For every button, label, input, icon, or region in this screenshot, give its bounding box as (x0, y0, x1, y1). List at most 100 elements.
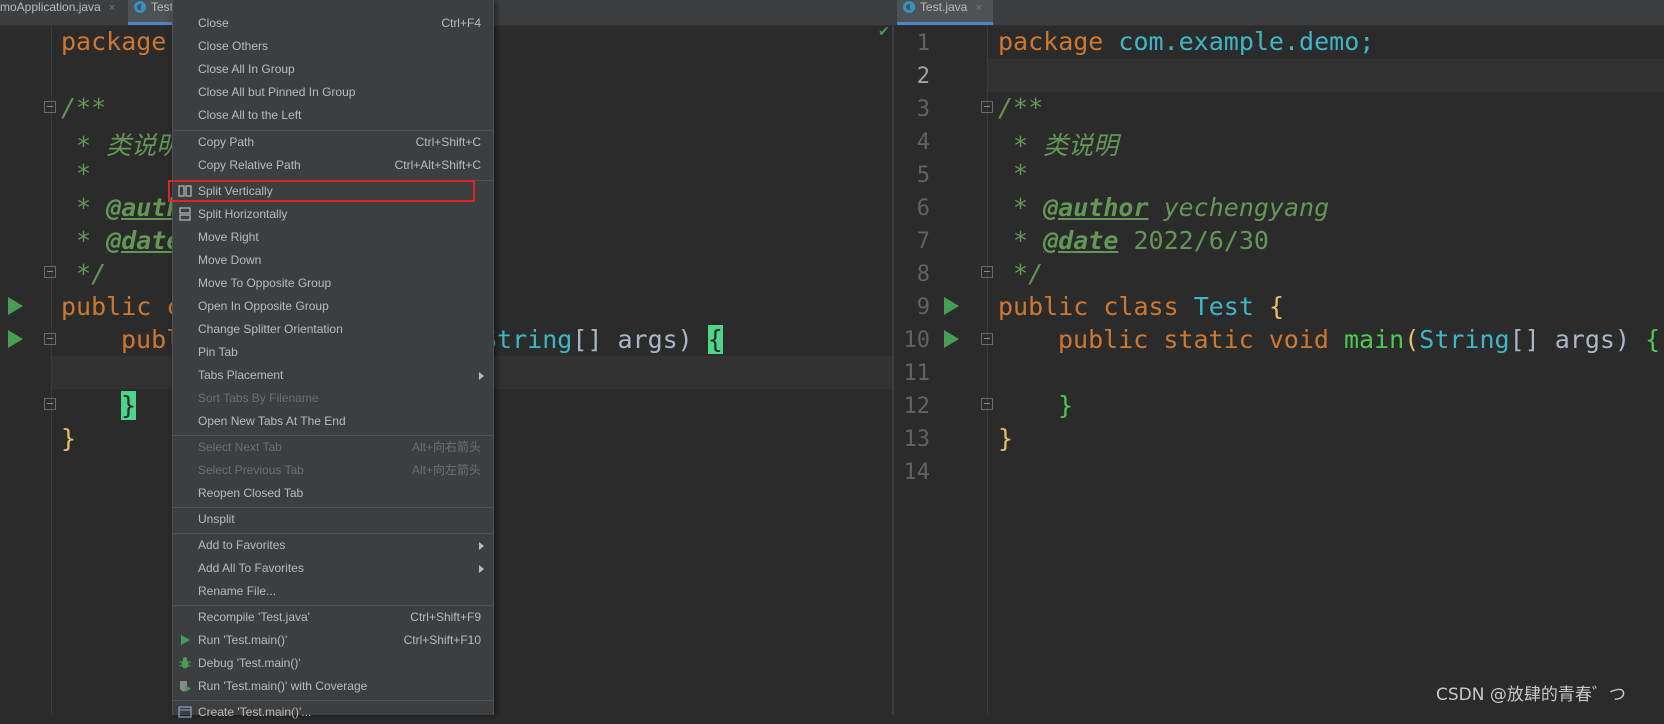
fold-icon[interactable] (981, 333, 993, 345)
menu-item-sort-tabs-by-filename[interactable]: Sort Tabs By Filename (173, 387, 493, 410)
menu-item-label: Recompile 'Test.java' (198, 610, 310, 624)
fold-icon[interactable] (44, 398, 56, 410)
menu-item-label: Debug 'Test.main()' (198, 656, 301, 670)
menu-item-split-horizontally[interactable]: Split Horizontally (173, 203, 493, 226)
code-line: * @date 2022/6/30 (998, 226, 1269, 255)
menu-item-label: Change Splitter Orientation (198, 322, 343, 336)
code-token: [] args) (572, 325, 708, 354)
menu-item-select-next-tab[interactable]: Select Next Tab Alt+向右箭头 (173, 436, 493, 459)
menu-item-label: Open New Tabs At The End (198, 414, 346, 428)
inspection-ok-icon: ✔ (878, 24, 890, 40)
code-token: ( (1404, 325, 1420, 354)
menu-item-move-right[interactable]: Move Right (173, 226, 493, 249)
menu-item-shortcut: Ctrl+F4 (441, 16, 481, 30)
menu-item-label: Tabs Placement (198, 368, 284, 382)
menu-item-recompile[interactable]: Recompile 'Test.java' Ctrl+Shift+F9 (173, 606, 493, 629)
fold-icon[interactable] (981, 101, 993, 113)
line-number: 13 (903, 427, 931, 452)
menu-item-add-all-to-favorites[interactable]: Add All To Favorites (173, 557, 493, 580)
menu-item-label: Add to Favorites (198, 538, 286, 552)
menu-item-move-to-opposite-group[interactable]: Move To Opposite Group (173, 272, 493, 295)
menu-item-change-splitter-orientation[interactable]: Change Splitter Orientation (173, 318, 493, 341)
menu-item-label: Rename File... (198, 584, 277, 598)
menu-item-shortcut: Ctrl+Shift+F9 (410, 610, 481, 624)
fold-icon[interactable] (44, 266, 56, 278)
menu-item-debug-main[interactable]: Debug 'Test.main()' (173, 652, 493, 675)
menu-item-label: Sort Tabs By Filename (198, 391, 319, 405)
menu-item-label: Select Previous Tab (198, 463, 304, 477)
line-number: 9 (916, 295, 930, 320)
code-line: } (121, 391, 137, 420)
menu-item-label: Close (198, 16, 229, 30)
menu-item-label: Reopen Closed Tab (198, 486, 304, 500)
fold-icon[interactable] (981, 398, 993, 410)
menu-item-run-with-coverage[interactable]: Run 'Test.main()' with Coverage (173, 675, 493, 698)
menu-item-close-others[interactable]: Close Others (173, 35, 493, 58)
line-number: 5 (916, 163, 930, 188)
menu-item-reopen-closed-tab[interactable]: Reopen Closed Tab (173, 482, 493, 505)
menu-item-shortcut: Ctrl+Shift+F10 (403, 633, 481, 647)
menu-item-close-all-in-group[interactable]: Close All In Group (173, 58, 493, 81)
menu-item-open-new-tabs-at-end[interactable]: Open New Tabs At The End (173, 410, 493, 433)
code-line: * @author yechengyang (998, 193, 1330, 222)
line-number: 1 (916, 31, 930, 56)
line-number: 7 (916, 229, 930, 254)
fold-icon[interactable] (981, 266, 993, 278)
code-token: String (1419, 325, 1510, 354)
menu-item-label: Run 'Test.main()' (198, 633, 288, 647)
code-token: Test (1193, 292, 1254, 321)
menu-item-pin-tab[interactable]: Pin Tab (173, 341, 493, 364)
code-token: @author (1043, 193, 1149, 222)
code-line: /** (998, 93, 1044, 122)
current-line-highlight (988, 59, 1664, 92)
fold-icon[interactable] (44, 101, 56, 113)
submenu-arrow-icon (479, 565, 484, 573)
menu-item-label: Close All In Group (198, 62, 295, 76)
menu-item-run-main[interactable]: Run 'Test.main()' Ctrl+Shift+F10 (173, 629, 493, 652)
menu-item-shortcut: Ctrl+Alt+Shift+C (394, 158, 481, 172)
run-icon (181, 635, 190, 645)
menu-item-tabs-placement[interactable]: Tabs Placement (173, 364, 493, 387)
menu-item-open-in-opposite-group[interactable]: Open In Opposite Group (173, 295, 493, 318)
close-icon[interactable]: × (975, 2, 981, 14)
menu-item-label: Open In Opposite Group (198, 299, 329, 313)
run-gutter-icon[interactable] (8, 330, 23, 348)
run-gutter-icon[interactable] (944, 330, 959, 348)
line-number: 6 (916, 196, 930, 221)
code-line: public c (61, 292, 182, 321)
code-line: public class Test { (998, 292, 1284, 321)
menu-item-unsplit[interactable]: Unsplit (173, 508, 493, 531)
menu-item-add-to-favorites[interactable]: Add to Favorites (173, 534, 493, 557)
fold-icon[interactable] (44, 333, 56, 345)
code-line: */ (998, 259, 1044, 288)
menu-item-label: Select Next Tab (198, 440, 282, 454)
tab-test-java-right[interactable]: Test.java × (897, 0, 993, 25)
run-gutter-icon[interactable] (8, 297, 23, 315)
menu-item-close-all-to-left[interactable]: Close All to the Left (173, 104, 493, 127)
menu-item-label: Run 'Test.main()' with Coverage (198, 679, 368, 693)
menu-item-label: Unsplit (198, 512, 235, 526)
run-gutter-icon[interactable] (944, 297, 959, 315)
create-config-icon (178, 706, 192, 718)
matched-brace: } (121, 391, 137, 420)
code-line: * @date (61, 226, 182, 255)
code-line: String[] args) { (482, 325, 723, 354)
menu-item-rename-file[interactable]: Rename File... (173, 580, 493, 603)
menu-item-create-config[interactable]: Create 'Test.main()'... (173, 701, 493, 724)
debug-icon (179, 657, 191, 669)
menu-item-select-previous-tab[interactable]: Select Previous Tab Alt+向左箭头 (173, 459, 493, 482)
menu-item-copy-relative-path[interactable]: Copy Relative Path Ctrl+Alt+Shift+C (173, 154, 493, 177)
close-icon[interactable]: × (109, 2, 115, 14)
menu-item-close[interactable]: Close Ctrl+F4 (173, 12, 493, 35)
highlight-box (168, 180, 475, 202)
menu-item-move-down[interactable]: Move Down (173, 249, 493, 272)
code-token: main (1344, 325, 1405, 354)
code-token: { (1268, 292, 1285, 321)
code-line: /** (61, 93, 107, 122)
menu-item-label: Move Down (198, 253, 262, 267)
tab-demo-application[interactable]: moApplication.java × (0, 0, 126, 25)
menu-item-close-all-but-pinned[interactable]: Close All but Pinned In Group (173, 81, 493, 104)
menu-item-copy-path[interactable]: Copy Path Ctrl+Shift+C (173, 131, 493, 154)
right-tab-bar: Test.java × (894, 0, 1664, 26)
java-class-icon (134, 1, 146, 13)
